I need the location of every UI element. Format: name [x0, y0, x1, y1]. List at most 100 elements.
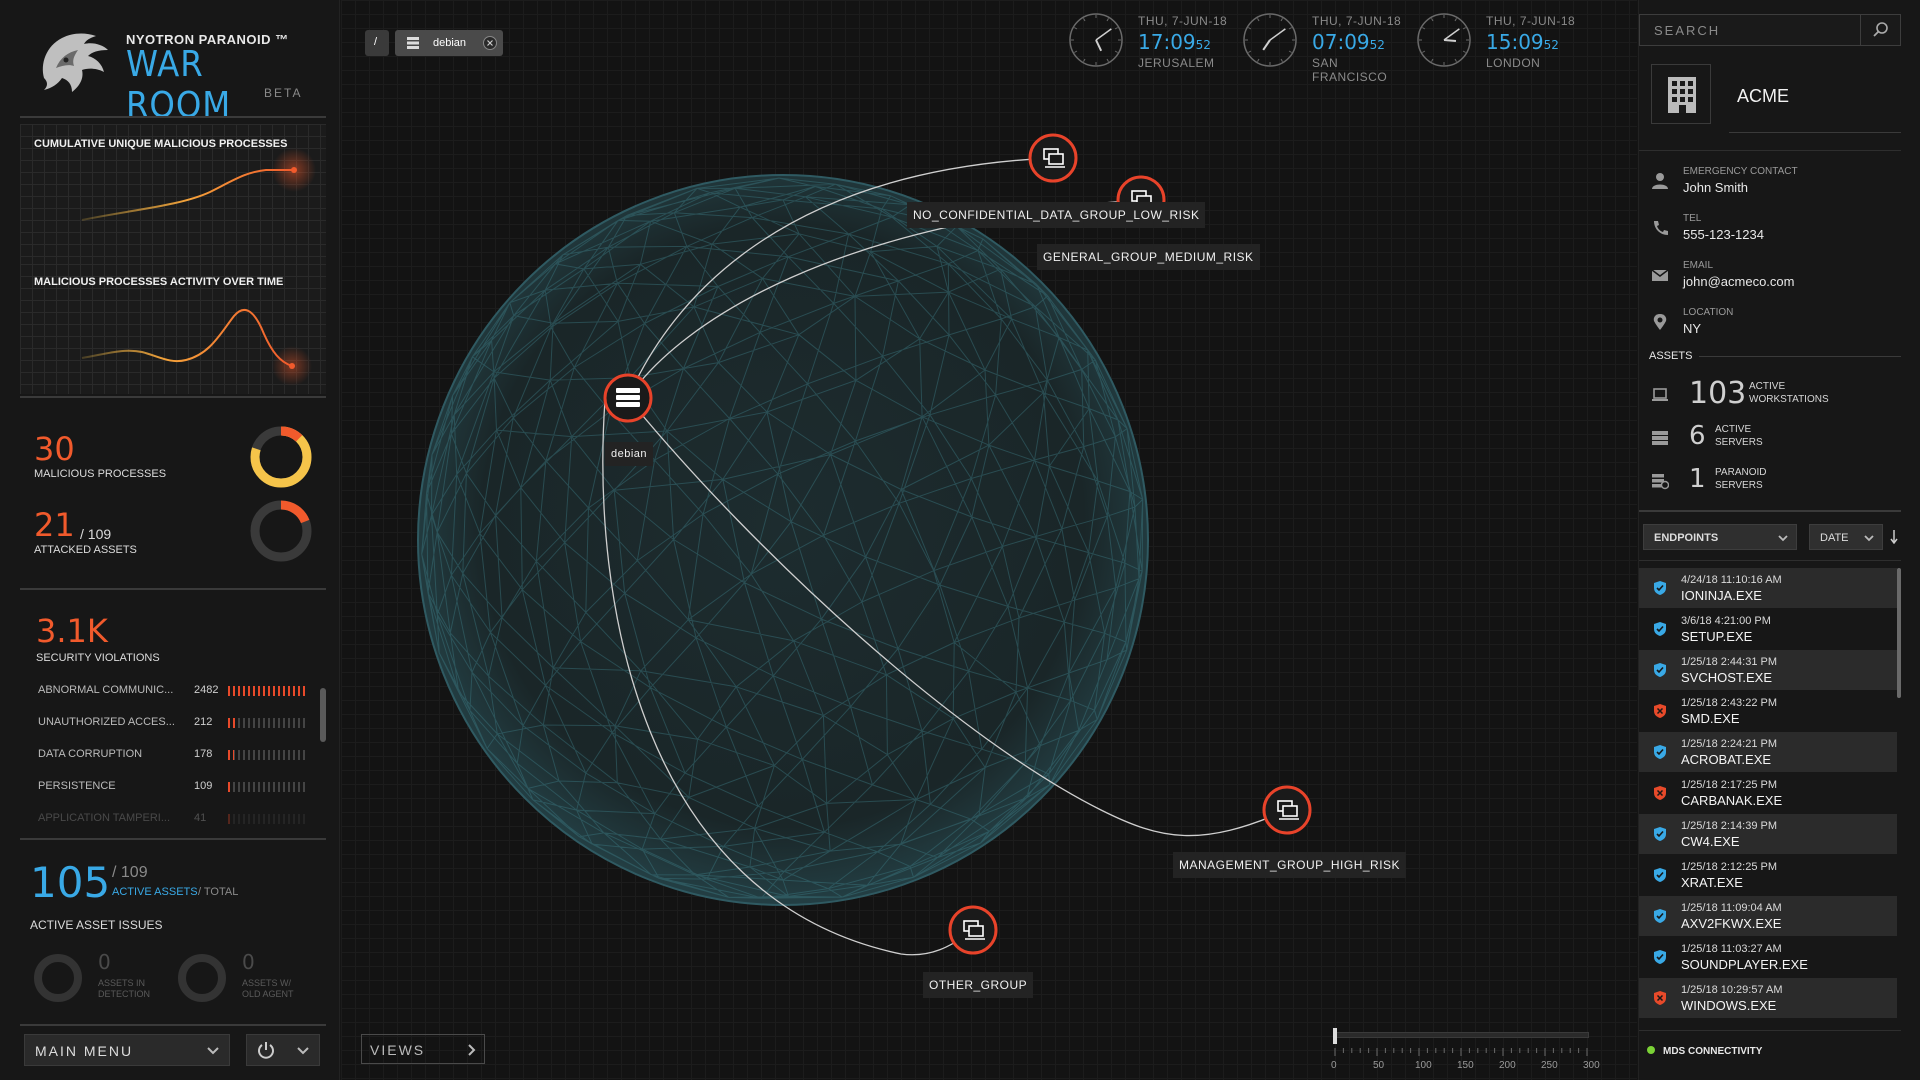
endpoints-list[interactable]: 4/24/18 11:10:16 AM IONINJA.EXE 3/6/18 4:2… — [1639, 568, 1901, 1020]
endpoints-scrollbar[interactable] — [1897, 568, 1901, 698]
violations-label: SECURITY VIOLATIONS — [36, 652, 160, 664]
location-pin-icon — [1653, 314, 1667, 330]
violation-row[interactable]: ABNORMAL COMMUNIC... 2482 — [38, 684, 308, 704]
zoom-scale-label: 100 — [1415, 1060, 1432, 1071]
zoom-slider-track[interactable] — [1333, 1032, 1589, 1038]
search-box[interactable] — [1639, 14, 1901, 46]
divider — [20, 838, 326, 840]
chevron-down-icon — [207, 1047, 219, 1055]
chevron-down-icon — [1864, 535, 1874, 542]
attacked-count: 21 — [34, 506, 75, 544]
active-assets-total: / 109 — [112, 864, 148, 881]
node-label-no-confidential[interactable]: NO_CONFIDENTIAL_DATA_GROUP_LOW_RISK — [907, 202, 1206, 228]
endpoints-filter-select[interactable]: ENDPOINTS — [1643, 524, 1797, 550]
asset-count: 6 — [1689, 421, 1706, 451]
endpoint-date: 3/6/18 4:21:00 PM — [1681, 615, 1771, 627]
asset-label-1: PARANOID — [1715, 467, 1767, 478]
attacked-ring-gauge — [250, 500, 312, 562]
safe-shield-icon — [1654, 909, 1666, 923]
zoom-scale-label: 250 — [1541, 1060, 1558, 1071]
right-panel: ACME EMERGENCY CONTACT John Smith TEL 555-1… — [1638, 0, 1920, 1080]
endpoint-row[interactable]: 1/25/18 2:43:22 PM SMD.EXE — [1639, 691, 1897, 731]
zoom-scale-label: 200 — [1499, 1060, 1516, 1071]
node-management[interactable] — [1262, 785, 1312, 835]
violation-row[interactable]: DATA CORRUPTION 178 — [38, 748, 308, 768]
zoom-scale-label: 300 — [1583, 1060, 1600, 1071]
endpoint-date: 1/25/18 2:17:25 PM — [1681, 779, 1778, 791]
safe-shield-icon — [1654, 950, 1666, 964]
divider — [20, 116, 326, 118]
asset-count: 103 — [1689, 376, 1747, 411]
endpoint-row[interactable]: 1/25/18 11:09:04 AM AXV2FKWX.EXE — [1639, 896, 1897, 936]
violation-bar-fill — [228, 782, 232, 792]
graph-canvas[interactable]: / debian THU, 7-JUN-18 17:0952 JERUSALEM TH… — [341, 0, 1637, 1080]
contact-value[interactable]: 555-123-1234 — [1683, 227, 1764, 242]
endpoint-row[interactable]: 4/24/18 11:10:16 AM IONINJA.EXE — [1639, 568, 1897, 608]
sort-direction-button[interactable] — [1887, 524, 1901, 550]
violation-name: PERSISTENCE — [38, 780, 116, 792]
node-other[interactable] — [948, 905, 998, 955]
safe-shield-icon — [1654, 868, 1666, 882]
power-menu-button[interactable] — [246, 1034, 320, 1066]
cumulative-chart-plot — [81, 148, 316, 221]
phone-icon — [1654, 221, 1668, 235]
endpoint-row[interactable]: 1/25/18 2:14:39 PM CW4.EXE — [1639, 814, 1897, 854]
contact-key: TEL — [1683, 213, 1702, 224]
network-globe — [417, 133, 1312, 956]
violation-row[interactable]: UNAUTHORIZED ACCES... 212 — [38, 716, 308, 736]
asset-count: 1 — [1689, 464, 1706, 494]
attacked-label: ATTACKED ASSETS — [34, 544, 137, 556]
violation-bar — [228, 782, 308, 792]
violation-bar — [228, 814, 308, 824]
server-icon — [616, 388, 640, 407]
endpoint-date: 1/25/18 10:29:57 AM — [1681, 984, 1783, 996]
search-button[interactable] — [1860, 15, 1900, 45]
endpoint-row[interactable]: 1/25/18 2:24:21 PM ACROBAT.EXE — [1639, 732, 1897, 772]
violation-row[interactable]: PERSISTENCE 109 — [38, 780, 308, 800]
attacked-total: / 109 — [80, 526, 112, 542]
app-title: WAR ROOM — [126, 44, 232, 126]
zoom-slider[interactable]: 0 50 100 150 200 250 300 — [1331, 1028, 1600, 1072]
asset-label-2: SERVERS — [1715, 480, 1763, 491]
node-label-debian[interactable]: debian — [605, 442, 654, 466]
main-menu-button[interactable]: MAIN MENU — [24, 1034, 230, 1066]
safe-shield-icon — [1654, 622, 1666, 636]
threat-shield-icon — [1654, 991, 1666, 1005]
mail-icon — [1651, 269, 1669, 281]
violation-name: UNAUTHORIZED ACCES... — [38, 716, 175, 728]
cumulative-line — [81, 169, 294, 221]
detection-label-2: DETECTION — [98, 989, 151, 999]
endpoint-row[interactable]: 1/25/18 2:12:25 PM XRAT.EXE — [1639, 855, 1897, 895]
node-no-confidential[interactable] — [1028, 133, 1078, 183]
contact-value[interactable]: john@acmeco.com — [1683, 274, 1794, 289]
endpoint-row[interactable]: 3/6/18 4:21:00 PM SETUP.EXE — [1639, 609, 1897, 649]
violations-scrollbar[interactable] — [320, 688, 326, 742]
chevron-down-icon — [1778, 535, 1788, 542]
node-label-other[interactable]: OTHER_GROUP — [923, 972, 1034, 998]
endpoint-row[interactable]: 1/25/18 11:03:27 AM SOUNDPLAYER.EXE — [1639, 937, 1897, 977]
violation-bar-fill — [228, 814, 231, 824]
activity-chart: MALICIOUS PROCESSES ACTIVITY OVER TIME — [20, 264, 326, 394]
node-label-general[interactable]: GENERAL_GROUP_MEDIUM_RISK — [1037, 244, 1260, 270]
node-label-management[interactable]: MANAGEMENT_GROUP_HIGH_RISK — [1173, 852, 1407, 878]
endpoint-process-name: SETUP.EXE — [1681, 629, 1753, 644]
endpoint-process-name: SOUNDPLAYER.EXE — [1681, 957, 1808, 972]
violation-row[interactable]: APPLICATION TAMPERI... 41 — [38, 812, 308, 832]
search-icon — [1873, 22, 1888, 37]
paranoid-server-icon — [1652, 474, 1669, 490]
old-agent-label-1: ASSETS W/ — [242, 978, 292, 988]
node-debian[interactable] — [603, 373, 653, 423]
views-button[interactable]: VIEWS — [361, 1034, 485, 1064]
date-sort-select[interactable]: DATE — [1809, 524, 1883, 550]
endpoint-row[interactable]: 1/25/18 10:29:57 AM WINDOWS.EXE — [1639, 978, 1897, 1018]
threat-shield-icon — [1654, 786, 1666, 800]
asset-label-2: SERVERS — [1715, 437, 1763, 448]
endpoint-row[interactable]: 1/25/18 2:44:31 PM SVCHOST.EXE — [1639, 650, 1897, 690]
activity-endpoint — [289, 363, 295, 369]
search-input[interactable] — [1640, 15, 1860, 45]
chevron-right-icon — [468, 1044, 476, 1056]
zoom-slider-handle[interactable] — [1333, 1028, 1337, 1044]
contact-row: TEL 555-123-1234 — [1639, 213, 1901, 253]
endpoint-row[interactable]: 1/25/18 2:17:25 PM CARBANAK.EXE — [1639, 773, 1897, 813]
endpoint-process-name: CW4.EXE — [1681, 834, 1740, 849]
